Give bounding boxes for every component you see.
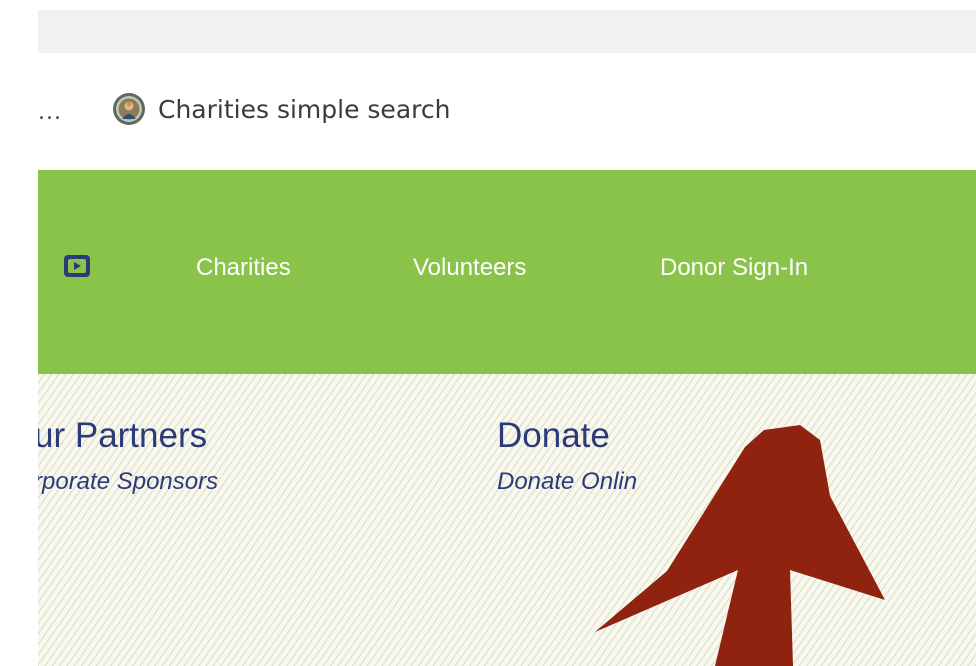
nav-link-donor-sign-in[interactable]: Donor Sign-In xyxy=(660,254,808,282)
bookmark-label: Charities simple search xyxy=(158,94,451,124)
bookmarks-overflow[interactable]: ... xyxy=(38,100,62,125)
youtube-icon[interactable] xyxy=(63,254,91,278)
seal-favicon-icon xyxy=(113,93,145,125)
browser-tab-strip xyxy=(38,10,976,53)
main-navigation: Charities Volunteers Donor Sign-In xyxy=(38,170,976,374)
nav-link-volunteers[interactable]: Volunteers xyxy=(413,254,526,282)
red-arrow-annotation xyxy=(595,425,885,666)
bookmark-charities-simple-search[interactable]: Charities simple search xyxy=(112,87,450,131)
page: ... Charities simple search Charities Vo… xyxy=(0,0,976,666)
bookmarks-bar: ... Charities simple search xyxy=(38,53,976,170)
corporate-sponsors-link[interactable]: rporate Sponsors xyxy=(34,468,218,496)
nav-link-charities[interactable]: Charities xyxy=(196,254,291,282)
partners-column: ur Partners rporate Sponsors xyxy=(34,416,218,496)
left-edge-margin xyxy=(0,0,38,666)
partners-heading[interactable]: ur Partners xyxy=(34,416,218,456)
